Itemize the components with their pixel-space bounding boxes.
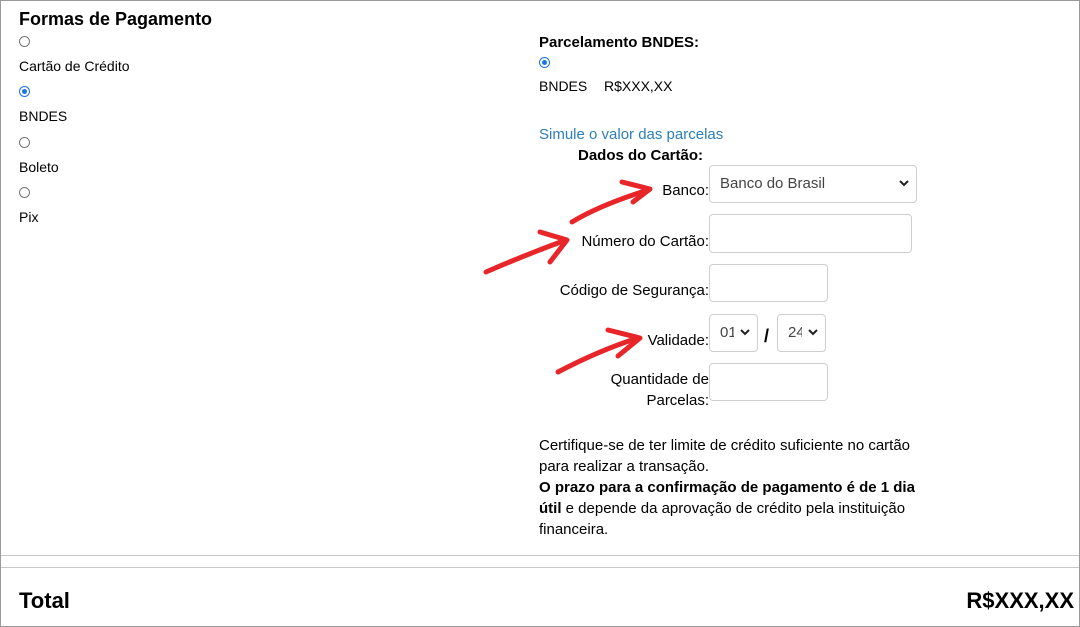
arrow-bank-icon: [569, 187, 651, 225]
arrow-validity-icon: [555, 335, 641, 375]
annotation-arrows: [483, 179, 653, 375]
